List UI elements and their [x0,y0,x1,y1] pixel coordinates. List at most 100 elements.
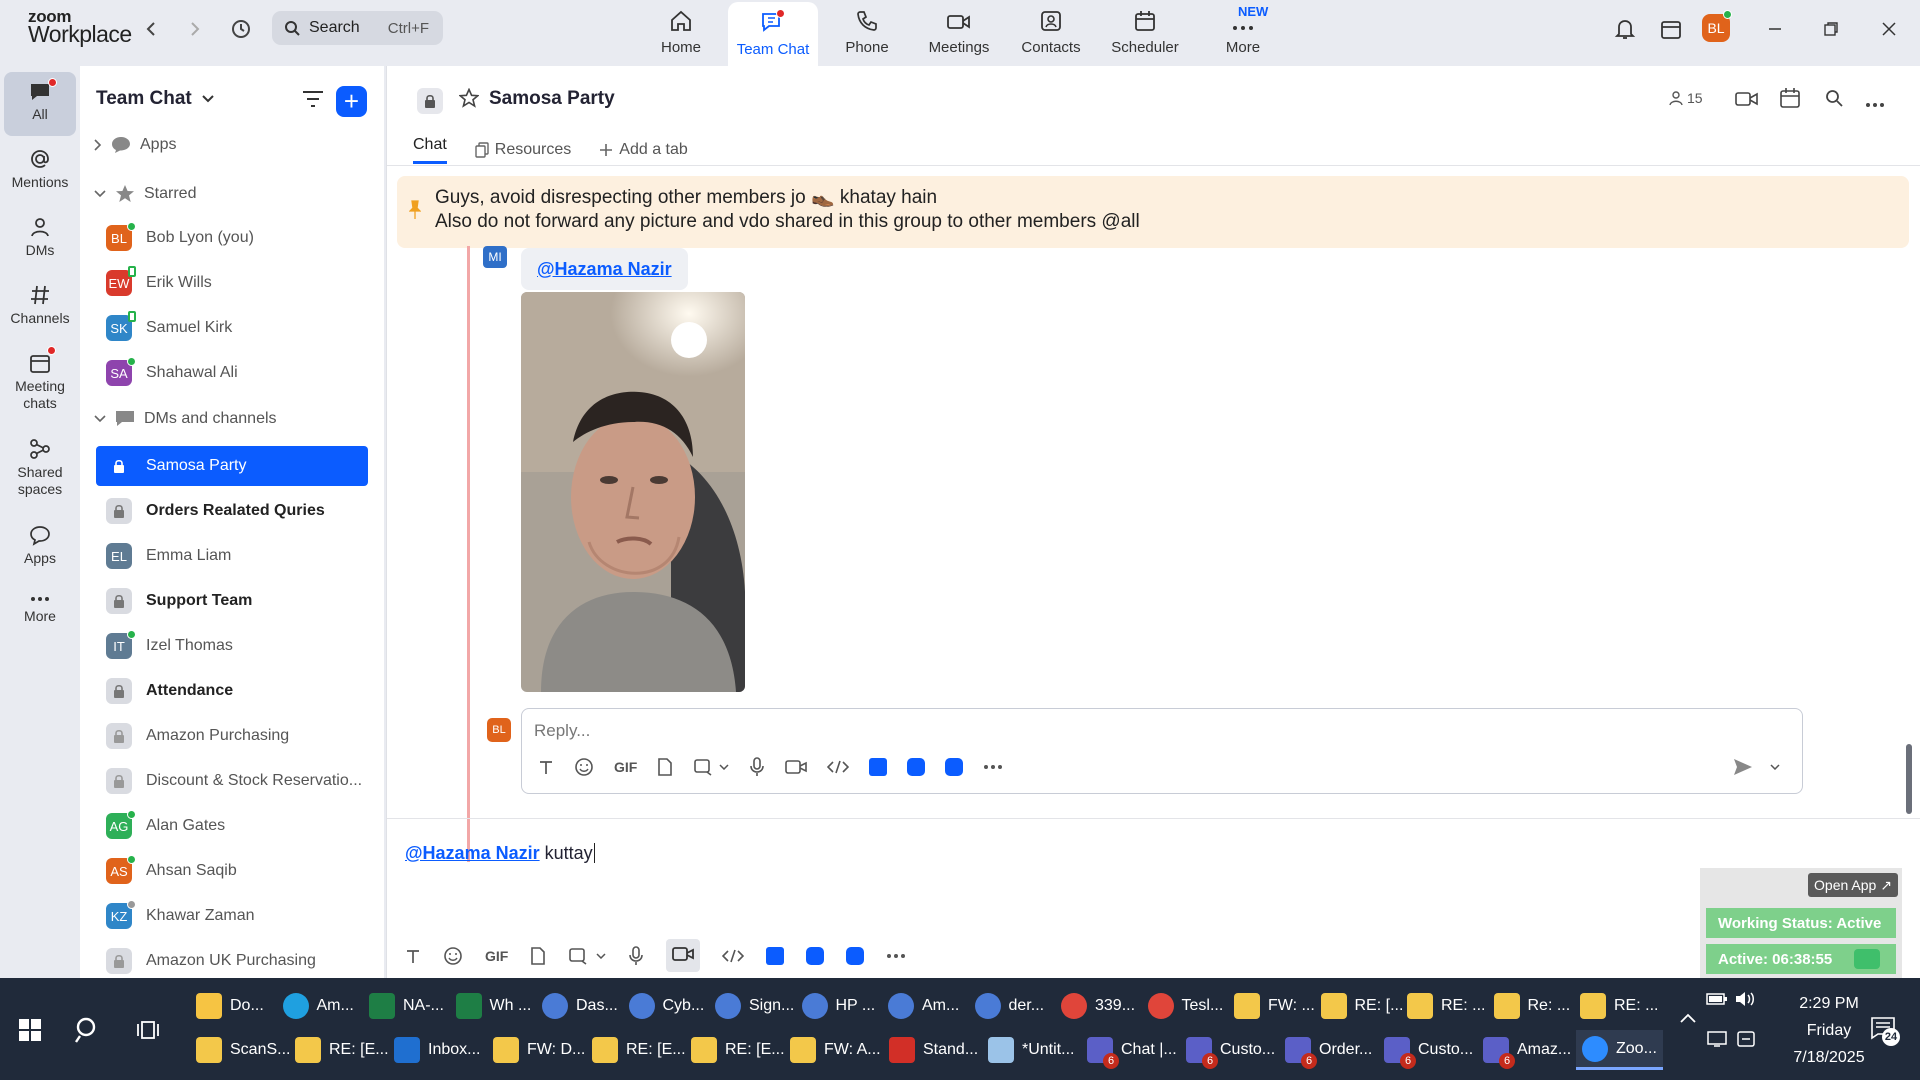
sidebar-title[interactable]: Team Chat [96,88,214,110]
more-icon[interactable] [983,764,1003,770]
members-button[interactable]: 15 [1669,90,1703,106]
schedule-button[interactable] [1779,87,1801,114]
section-starred[interactable]: Starred [94,184,196,203]
close-button[interactable] [1872,14,1906,44]
sidebar-item-discount-stock[interactable]: Discount & Stock Reservatio... [96,761,368,801]
file-icon[interactable] [530,946,546,966]
taskbar-app[interactable]: FW: D... [487,1030,591,1070]
taskbar-app[interactable]: 339... [1055,986,1141,1026]
tab-meetings[interactable]: Meetings [914,2,1004,64]
rail-mentions[interactable]: Mentions [4,148,76,206]
rail-all[interactable]: All [4,72,76,136]
code-icon[interactable] [722,948,745,964]
battery-icon[interactable] [1706,992,1728,1011]
emoji-icon[interactable] [574,757,594,777]
tab-scheduler[interactable]: Scheduler [1100,2,1190,64]
gif-button[interactable]: GIF [485,948,508,964]
taskbar-app[interactable]: RE: [E... [586,1030,692,1070]
taskbar-app[interactable]: ScanS... [190,1030,296,1070]
app-icon[interactable] [846,946,865,965]
taskbar-app[interactable]: Do... [190,986,270,1026]
file-icon[interactable] [657,757,673,777]
tray-chevron-icon[interactable] [1680,1010,1696,1028]
task-view-button[interactable] [136,1020,160,1045]
calendar-button[interactable] [1654,14,1688,44]
open-app-button[interactable]: Open App ↗ [1808,873,1898,897]
new-chat-button[interactable]: + [336,86,367,117]
taskbar-search-button[interactable] [74,1016,102,1049]
notification-center-button[interactable]: 24 [1870,1016,1900,1046]
taskbar-app[interactable]: Sign... [709,986,800,1026]
video-message-icon[interactable] [785,758,808,776]
taskbar-app[interactable]: Am... [882,986,965,1026]
volume-icon[interactable] [1734,990,1758,1013]
taskbar-app[interactable]: HP ... [796,986,882,1026]
taskbar-app[interactable]: Stand... [883,1030,984,1070]
taskbar-app[interactable]: Wh ... [450,986,538,1026]
tab-contacts[interactable]: Contacts [1006,2,1096,64]
rail-channels[interactable]: Channels [4,284,76,342]
taskbar-app[interactable]: 6 Order... [1279,1030,1378,1070]
tab-add[interactable]: Add a tab [599,136,688,164]
channel-title[interactable]: Samosa Party [489,88,615,110]
taskbar-app[interactable]: Re: ... [1488,986,1577,1026]
display-icon[interactable] [1736,1030,1756,1053]
emoji-icon[interactable] [443,946,463,966]
sidebar-item-khawar-zaman[interactable]: KZ Khawar Zaman [96,896,368,936]
pinned-message[interactable]: Guys, avoid disrespecting other members … [397,176,1909,248]
sidebar-item-support-team[interactable]: Support Team [96,581,368,621]
rail-shared-spaces[interactable]: Shared spaces [4,438,76,514]
section-dms-and-channels[interactable]: DMs and channels [94,410,277,428]
start-button[interactable] [18,1018,42,1047]
text-format-icon[interactable] [538,759,554,775]
taskbar-app[interactable]: RE: [E... [685,1030,791,1070]
tab-chat[interactable]: Chat [413,136,447,164]
sidebar-item-emma-liam[interactable]: EL Emma Liam [96,536,368,576]
rail-dms[interactable]: DMs [4,216,76,274]
network-icon[interactable] [1706,1030,1728,1053]
sidebar-item-samosa-party[interactable]: Samosa Party [96,446,368,486]
composer-input[interactable]: @Hazama Nazir kuttay [405,843,595,864]
shared-photo[interactable] [521,292,745,692]
filter-icon[interactable] [1854,949,1880,969]
back-button[interactable] [134,14,168,44]
sidebar-item-attendance[interactable]: Attendance [96,671,368,711]
tab-resources[interactable]: Resources [475,136,571,164]
gif-button[interactable]: GIF [614,759,637,775]
taskbar-app[interactable]: FW: A... [784,1030,887,1070]
taskbar-app[interactable]: 6 Chat |... [1081,1030,1183,1070]
text-format-icon[interactable] [405,948,421,964]
taskbar-app[interactable]: Am... [277,986,360,1026]
maximize-button[interactable] [1814,14,1848,44]
tab-home[interactable]: Home [636,2,726,64]
minimize-button[interactable] [1758,14,1792,44]
filter-button[interactable] [302,90,324,113]
app-icon[interactable] [907,758,926,776]
mention-link[interactable]: @Hazama Nazir [521,248,688,290]
taskbar-app[interactable]: NA-... [363,986,450,1026]
sidebar-item-izel-thomas[interactable]: IT Izel Thomas [96,626,368,666]
tab-phone[interactable]: Phone [822,2,912,64]
clock[interactable]: 2:29 PM Friday 7/18/2025 [1784,990,1874,1071]
sidebar-item-orders-realated-quries[interactable]: Orders Realated Quries [96,491,368,531]
search-input[interactable]: Search Ctrl+F [272,11,443,45]
avatar[interactable]: MI [483,246,507,268]
star-button[interactable] [458,87,480,113]
app-icon[interactable] [806,946,825,965]
send-button[interactable] [1732,757,1780,777]
sidebar-item-alan-gates[interactable]: AG Alan Gates [96,806,368,846]
taskbar-app[interactable]: RE: [E... [289,1030,395,1070]
sidebar-item-shahawal-ali[interactable]: SA Shahawal Ali [96,353,368,393]
taskbar-app[interactable]: der... [969,986,1051,1026]
taskbar-app[interactable]: RE: [... [1315,986,1410,1026]
app-icon[interactable] [869,758,888,776]
section-apps[interactable]: Apps [94,136,176,154]
microphone-icon[interactable] [628,945,644,966]
sidebar-item-bob-lyon[interactable]: BL Bob Lyon (you) [96,218,368,258]
history-button[interactable] [224,14,258,44]
taskbar-app[interactable]: 6 Custo... [1180,1030,1281,1070]
code-icon[interactable] [827,759,850,775]
sidebar-item-amazon-uk-purchasing[interactable]: Amazon UK Purchasing [96,941,368,981]
channel-search-button[interactable] [1825,89,1843,112]
taskbar-app[interactable]: Zoo... [1576,1030,1663,1070]
